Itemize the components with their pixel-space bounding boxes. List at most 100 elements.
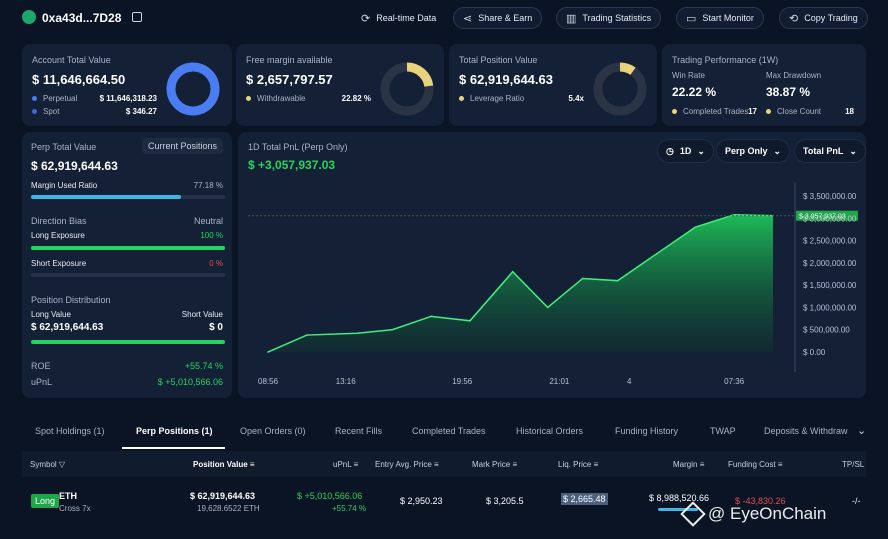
short-exposure-label: Short Exposure: [31, 259, 87, 268]
leverage-dot-icon: [459, 96, 464, 102]
col-mark-price-label: Mark Price: [472, 460, 511, 469]
margin-used-bar: [31, 195, 225, 199]
filter-icon[interactable]: ▽: [59, 460, 65, 469]
max-drawdown-label: Max Drawdown: [766, 71, 822, 80]
spot-row: Spot $ 346.27: [32, 107, 157, 116]
row-symbol[interactable]: ETH: [59, 491, 77, 501]
sort-icon: ≡: [593, 460, 599, 469]
pnl-chart-title: 1D Total PnL (Perp Only): [248, 142, 348, 152]
short-amount: $ 0: [209, 322, 223, 333]
leverage-value: 5.4x: [568, 94, 584, 103]
tab-open-orders[interactable]: Open Orders (0): [240, 426, 306, 436]
start-monitor-label: Start Monitor: [702, 13, 754, 23]
col-position-value[interactable]: Position Value ≡: [193, 460, 255, 469]
row-position-qty: 19,628.6522 ETH: [197, 504, 260, 513]
withdrawable-row: Withdrawable 22.82 %: [246, 94, 371, 103]
close-count-value: 18: [845, 107, 854, 116]
completed-trades-row: Completed Trades 17: [672, 107, 757, 116]
copy-trading-button[interactable]: ⟲ Copy Trading: [779, 7, 868, 29]
tab-recent-fills[interactable]: Recent Fills: [335, 426, 382, 436]
col-funding-cost[interactable]: Funding Cost ≡: [728, 460, 783, 469]
stats-icon: ▥: [566, 12, 577, 25]
col-funding-cost-label: Funding Cost: [728, 460, 776, 469]
clock-icon: ◷: [666, 145, 674, 156]
pnl-type-dropdown[interactable]: Total PnL ⌄: [794, 139, 866, 163]
share-earn-label: Share & Earn: [478, 13, 533, 23]
long-exposure-fill: [31, 246, 225, 250]
scope-dropdown[interactable]: Perp Only ⌄: [716, 139, 791, 163]
logo-icon: [22, 10, 36, 24]
perpetual-label: Perpetual: [43, 94, 78, 103]
sort-icon: ≡: [353, 460, 359, 469]
realtime-data-button[interactable]: ⟳ Real-time Data: [352, 7, 445, 29]
tab-historical-orders[interactable]: Historical Orders: [516, 426, 583, 436]
wallet-address: 0xa43d...7D28: [42, 11, 122, 25]
long-exposure-value: 100 %: [200, 231, 223, 240]
spot-label: Spot: [43, 107, 60, 116]
tab-funding-history[interactable]: Funding History: [615, 426, 678, 436]
tab-perp-positions[interactable]: Perp Positions (1): [136, 426, 213, 436]
upnl-value: $ +5,010,566.06: [157, 377, 223, 387]
row-upnl-pct: +55.74 %: [332, 504, 367, 513]
tab-completed-trades[interactable]: Completed Trades: [412, 426, 486, 436]
col-symbol[interactable]: Symbol ▽: [30, 460, 65, 469]
max-drawdown-value: 38.87 %: [766, 85, 811, 99]
row-liq-price: $ 2,665.48: [561, 493, 608, 505]
tab-deposits-withdraw[interactable]: Deposits & Withdraw: [764, 426, 848, 436]
long-exposure-label: Long Exposure: [31, 231, 85, 240]
col-margin[interactable]: Margin ≡: [673, 460, 704, 469]
pnl-chart-value: $ +3,057,937.03: [248, 158, 336, 172]
completed-trades-value: 17: [748, 107, 757, 116]
perp-total-card: Perp Total Value Current Positions $ 62,…: [22, 132, 232, 398]
margin-used-label: Margin Used Ratio: [31, 181, 98, 190]
col-upnl[interactable]: uPnL ≡: [333, 460, 358, 469]
free-margin-card: Free margin available $ 2,657,797.57 Wit…: [236, 44, 444, 126]
col-entry-price-label: Entry Avg. Price: [375, 460, 432, 469]
copy-icon[interactable]: [132, 12, 142, 22]
position-distribution-label: Position Distribution: [31, 295, 111, 305]
col-liq-price[interactable]: Liq. Price ≡: [558, 460, 598, 469]
copy-trading-icon: ⟲: [789, 12, 799, 25]
row-mark-price: $ 3,205.5: [486, 496, 524, 506]
tabs-bar: [0, 412, 888, 413]
start-monitor-button[interactable]: ▭ Start Monitor: [676, 7, 764, 29]
sort-icon: ≡: [699, 460, 705, 469]
spot-value: $ 346.27: [125, 107, 157, 116]
col-mark-price[interactable]: Mark Price ≡: [472, 460, 517, 469]
pnl-type-value: Total PnL: [803, 146, 844, 156]
col-symbol-label: Symbol: [30, 460, 57, 469]
withdrawable-dot-icon: [246, 96, 251, 102]
trading-statistics-button[interactable]: ▥ Trading Statistics: [556, 7, 662, 29]
col-tpsl: TP/SL: [842, 460, 865, 469]
direction-bias-label: Direction Bias: [31, 216, 87, 226]
sort-icon: ≡: [434, 460, 439, 469]
col-liq-price-label: Liq. Price: [558, 460, 592, 469]
tab-spot-holdings[interactable]: Spot Holdings (1): [35, 426, 105, 436]
margin-used-value: 77.18 %: [193, 181, 223, 190]
free-margin-donut: [380, 62, 434, 116]
row-tpsl: -/-: [852, 496, 861, 506]
tab-twap[interactable]: TWAP: [710, 426, 736, 436]
tabs-expand-chevron-icon[interactable]: ⌄: [857, 424, 866, 437]
scope-value: Perp Only: [725, 146, 768, 156]
row-mode: Cross 7x: [59, 504, 91, 513]
close-count-label: Close Count: [777, 107, 822, 116]
short-exposure-value: 0 %: [209, 259, 223, 268]
share-earn-button[interactable]: ⋖ Share & Earn: [453, 7, 543, 29]
side-badge: Long: [31, 494, 60, 508]
watermark-logo-icon: [680, 501, 706, 527]
account-total-card: Account Total Value $ 11,646,664.50 Perp…: [22, 44, 232, 126]
total-position-donut: [593, 62, 647, 116]
close-count-row: Close Count 18: [766, 107, 854, 116]
col-upnl-label: uPnL: [333, 460, 352, 469]
timeframe-dropdown[interactable]: ◷ 1D ⌄: [657, 139, 714, 163]
roe-label: ROE: [31, 361, 51, 371]
leverage-label: Leverage Ratio: [470, 94, 525, 103]
realtime-data-label: Real-time Data: [376, 13, 437, 23]
active-tab-underline: [122, 447, 225, 449]
col-position-value-label: Position Value: [193, 460, 248, 469]
short-exposure-bar: [31, 273, 225, 277]
col-entry-price[interactable]: Entry Avg. Price ≡: [375, 460, 439, 469]
current-positions-badge[interactable]: Current Positions: [142, 138, 224, 154]
sort-icon: ≡: [512, 460, 518, 469]
